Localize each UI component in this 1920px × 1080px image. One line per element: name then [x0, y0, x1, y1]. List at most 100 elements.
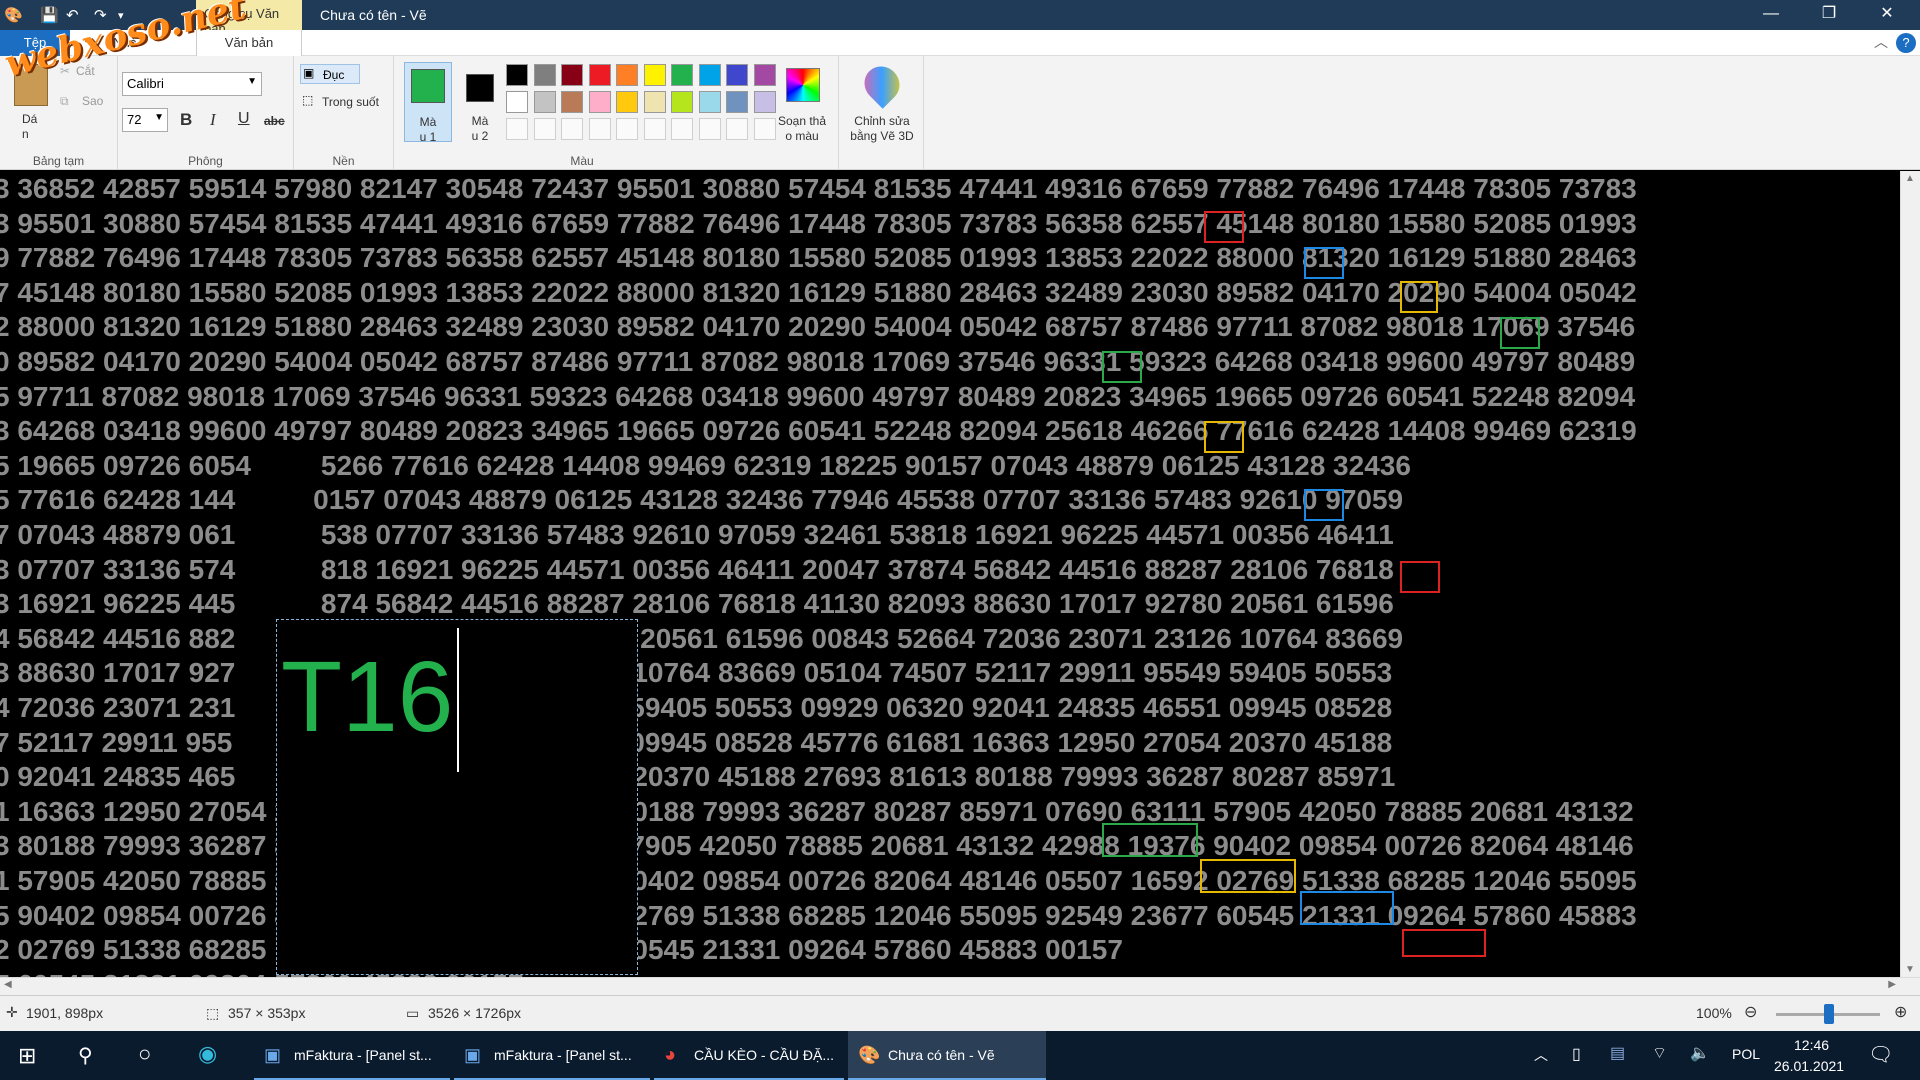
number-row: 0 89582 04170 20290 54004 05042 68757 87… [0, 346, 1636, 377]
font-size-value: 72 [127, 112, 142, 127]
copy-button[interactable]: Sao [82, 94, 103, 108]
palette-color-swatch[interactable] [698, 64, 721, 86]
highlight-box [1500, 317, 1540, 349]
zoom-in-icon[interactable]: ⊕ [1894, 1002, 1907, 1022]
underline-button[interactable]: U [238, 110, 250, 128]
taskbar-app-paint[interactable]: 🎨 Chưa có tên - Vẽ [848, 1031, 1046, 1080]
horizontal-scrollbar[interactable]: ◀ ▶ [0, 977, 1920, 995]
windows-start-icon[interactable]: ⊞ [18, 1043, 36, 1069]
input-language[interactable]: POL [1732, 1046, 1760, 1062]
number-row: 4 72036 23071 231 507 52117 29911 95549 … [0, 692, 1393, 723]
edge-browser-icon[interactable]: ◉ [198, 1041, 217, 1067]
strikethrough-button[interactable]: abc [264, 114, 285, 128]
empty-color-slot[interactable] [698, 118, 721, 140]
wifi-icon[interactable]: ⌔ [1652, 1043, 1667, 1063]
clock-date[interactable]: 26.01.2021 [1774, 1058, 1844, 1074]
color1-button[interactable]: Mà u 1 [404, 62, 452, 144]
palette-color-swatch[interactable] [533, 64, 556, 86]
restore-button[interactable]: ❐ [1802, 0, 1856, 30]
window-title: Chưa có tên - Vẽ [320, 7, 427, 23]
chevron-down-icon: ▼ [154, 112, 164, 123]
zoom-slider-handle[interactable] [1824, 1004, 1834, 1024]
paste-button[interactable]: Dá n [22, 112, 37, 142]
text-input-box[interactable]: T16 [276, 619, 638, 975]
color1-label: Mà u 1 [419, 115, 437, 144]
number-row: 7 07043 48879 061 538 07707 33136 57483 … [0, 519, 1394, 550]
vertical-scrollbar[interactable]: ▲ ▼ [1900, 171, 1920, 977]
cursor-position: 1901, 898px [26, 1005, 104, 1021]
empty-color-slot[interactable] [506, 118, 528, 140]
scroll-right-icon[interactable]: ▶ [1888, 979, 1896, 990]
opaque-option[interactable]: ▣ Đục [300, 64, 360, 84]
palette-color-swatch[interactable] [726, 64, 748, 86]
color2-button[interactable]: Mà u 2 [456, 62, 504, 143]
taskbar-app-label: CẦU KÈO - CẦU ĐẶ... [694, 1047, 835, 1063]
scroll-left-icon[interactable]: ◀ [4, 979, 12, 990]
highlight-box [1304, 489, 1344, 521]
taskbar-app-mfaktura-2[interactable]: ▣ mFaktura - [Panel st... [454, 1031, 650, 1080]
canvas-area[interactable]: 3 36852 42857 59514 57980 82147 30548 72… [0, 171, 1900, 977]
palette-color-swatch[interactable] [671, 64, 693, 86]
palette-color-swatch[interactable] [533, 91, 556, 113]
palette-color-swatch[interactable] [671, 91, 693, 113]
taskbar-app-chrome[interactable]: ◕ CẦU KÈO - CẦU ĐẶ... [654, 1031, 844, 1080]
bold-button[interactable]: B [180, 110, 192, 130]
task-view-icon[interactable]: ○ [138, 1041, 151, 1067]
undo-icon[interactable]: ↶ [66, 6, 79, 24]
empty-color-slot[interactable] [561, 118, 583, 140]
palette-color-swatch[interactable] [643, 91, 666, 113]
palette-color-swatch[interactable] [561, 91, 583, 113]
mfaktura-app-icon: ▣ [264, 1045, 282, 1065]
palette-color-swatch[interactable] [616, 64, 638, 86]
number-row: 3 64268 03418 99600 49797 80489 20823 34… [0, 415, 1637, 447]
volume-icon[interactable]: 🔈 [1690, 1043, 1710, 1063]
device-icon[interactable]: ▯ [1572, 1044, 1581, 1064]
scroll-up-icon[interactable]: ▲ [1905, 173, 1915, 184]
number-row: 9 77882 76496 17448 78305 73783 56358 62… [0, 242, 1637, 274]
minimize-button[interactable]: — [1744, 0, 1798, 30]
palette-color-swatch[interactable] [698, 91, 721, 113]
collapse-ribbon-icon[interactable]: ︿ [1874, 32, 1888, 52]
palette-color-swatch[interactable] [726, 91, 748, 113]
palette-color-swatch[interactable] [506, 91, 528, 113]
canvas-text: T16 [281, 641, 454, 753]
font-family-select[interactable]: Calibri ▼ [122, 72, 262, 96]
notes-app-icon[interactable]: ▤ [1610, 1043, 1625, 1063]
empty-color-slot[interactable] [671, 118, 693, 140]
scroll-down-icon[interactable]: ▼ [1905, 964, 1915, 975]
zoom-out-icon[interactable]: ⊖ [1744, 1002, 1757, 1022]
show-hidden-icons-icon[interactable]: ︿ [1534, 1045, 1548, 1065]
palette-color-swatch[interactable] [561, 64, 583, 86]
empty-color-slot[interactable] [726, 118, 748, 140]
number-row: 0 92041 24835 465 681 16363 12950 27054 … [0, 761, 1396, 793]
notifications-icon[interactable]: 🗨 [1868, 1042, 1893, 1067]
palette-color-swatch[interactable] [643, 64, 666, 86]
italic-button[interactable]: I [210, 110, 216, 130]
font-size-select[interactable]: 72 ▼ [122, 108, 168, 132]
number-row: 5 19665 09726 6054 5266 77616 62428 1440… [0, 449, 1411, 481]
edit-with-paint3d-button[interactable]: Chỉnh sửa bằng Vẽ 3D [839, 59, 925, 152]
color2-label: Mà u 2 [471, 114, 489, 143]
palette-color-swatch[interactable] [616, 91, 638, 113]
search-icon[interactable]: ⚲ [78, 1043, 93, 1068]
empty-color-slot[interactable] [533, 118, 556, 140]
taskbar-app-mfaktura-1[interactable]: ▣ mFaktura - [Panel st... [254, 1031, 450, 1080]
empty-color-slot[interactable] [588, 118, 611, 140]
close-button[interactable]: ✕ [1860, 0, 1914, 30]
ribbon-tabs: Tệp Nhà Văn bản ︿ ? [0, 30, 1920, 56]
palette-color-swatch[interactable] [588, 64, 611, 86]
palette-color-swatch[interactable] [588, 91, 611, 113]
empty-color-slot[interactable] [616, 118, 638, 140]
palette-color-swatch[interactable] [506, 64, 528, 86]
empty-color-slot[interactable] [643, 118, 666, 140]
clock-time[interactable]: 12:46 [1794, 1037, 1829, 1053]
edit-colors-button[interactable]: Soạn thả o màu [770, 62, 834, 143]
transparent-option[interactable]: ⬚ Trong suốt [300, 92, 392, 112]
taskbar-app-label: mFaktura - [Panel st... [294, 1047, 432, 1063]
taskbar: ⊞ ⚲ ○ ◉ ▣ mFaktura - [Panel st... ▣ mFak… [0, 1031, 1920, 1080]
save-icon[interactable]: 💾 [40, 6, 59, 24]
help-icon[interactable]: ? [1896, 33, 1916, 53]
opaque-icon: ▣ [303, 66, 315, 80]
highlight-box [1200, 859, 1296, 893]
status-bar: ✛ 1901, 898px ⬚ 357 × 353px ▭ 3526 × 172… [0, 995, 1920, 1031]
